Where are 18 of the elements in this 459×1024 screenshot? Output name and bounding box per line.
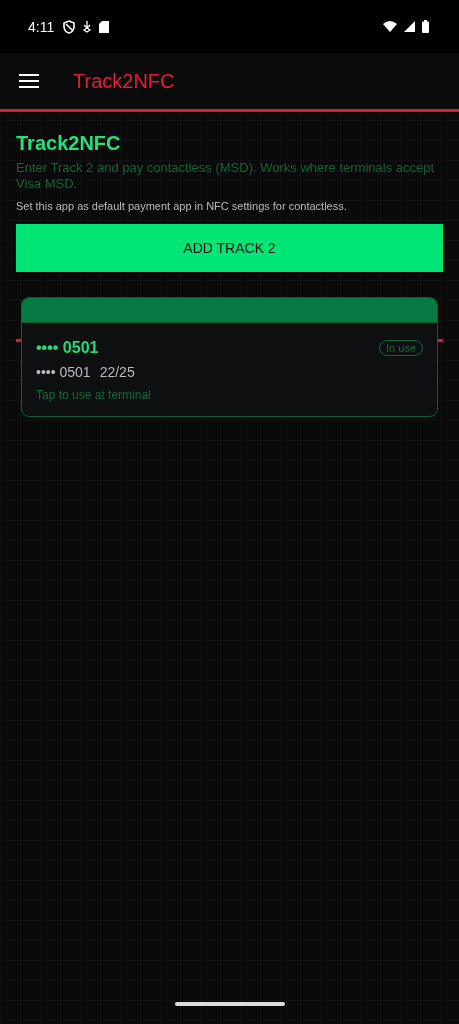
card-expiry: 22/25 xyxy=(99,364,135,380)
add-track-button[interactable]: ADD TRACK 2 xyxy=(16,224,443,272)
sd-card-icon xyxy=(99,20,110,33)
card-title: •••• 0501 xyxy=(36,339,99,357)
wifi-icon xyxy=(383,21,397,32)
app-title: Track2NFC xyxy=(73,69,175,93)
battery-icon xyxy=(422,20,429,33)
shield-icon xyxy=(63,19,76,34)
card-number: •••• 0501 xyxy=(36,364,91,380)
signal-icon xyxy=(404,21,415,32)
settings-note: Set this app as default payment app in NFC settings for contactless. xyxy=(16,200,348,212)
status-time: 4:11 xyxy=(28,18,55,35)
card-hint: Tap to use at terminal xyxy=(36,388,152,402)
usb-icon xyxy=(82,20,93,33)
card-item[interactable]: •••• 0501 In use •••• 0501 22/25 Tap to use at terminal xyxy=(21,297,438,417)
description-text: Enter Track 2 and pay contactless (MSD). Works where terminals accept Visa MSD. xyxy=(16,160,436,192)
menu-icon[interactable] xyxy=(19,74,39,88)
page-title: Track2NFC xyxy=(16,132,122,155)
